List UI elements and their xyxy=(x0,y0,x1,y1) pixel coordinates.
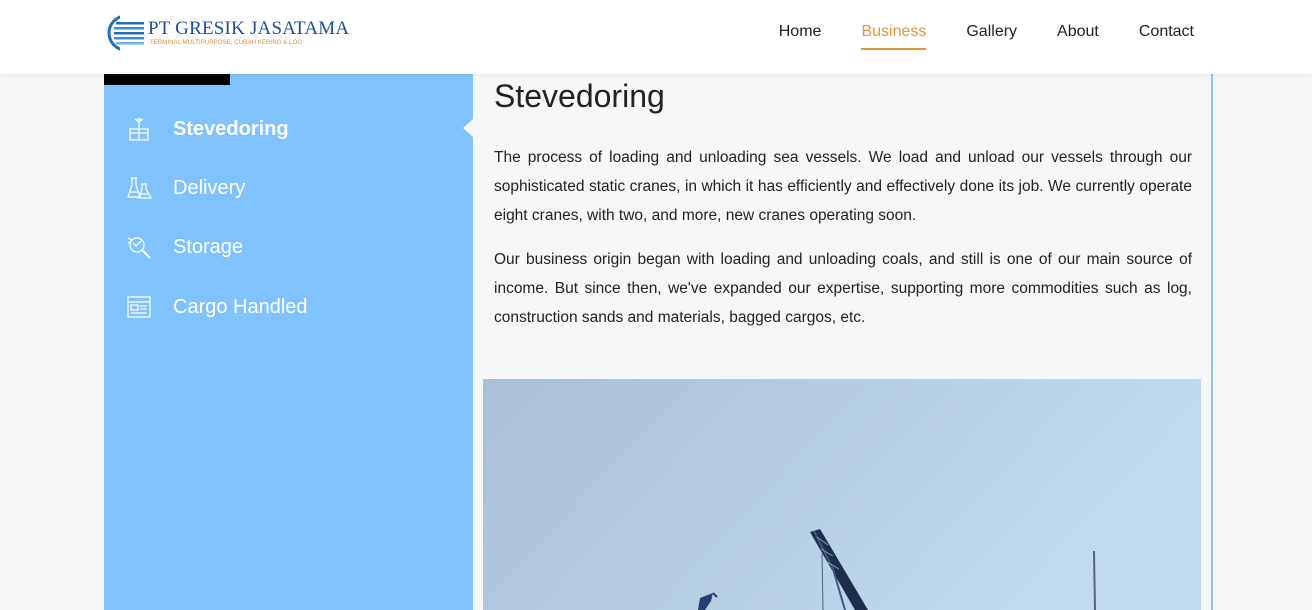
cargo-doc-icon xyxy=(127,296,151,318)
nav-about[interactable]: About xyxy=(1057,22,1099,50)
sidebar-item-label: Stevedoring xyxy=(173,117,289,140)
crane-box-icon xyxy=(129,117,149,141)
nav-home[interactable]: Home xyxy=(779,22,822,50)
sidebar-item-label: Cargo Handled xyxy=(173,295,308,318)
nav-contact[interactable]: Contact xyxy=(1139,22,1194,50)
nav-gallery[interactable]: Gallery xyxy=(966,22,1017,50)
page-title: Stevedoring xyxy=(494,78,665,114)
site-header: PT GRESIK JASATAMA TERMINAL MULTIPURPOSE… xyxy=(0,0,1312,74)
stevedoring-photo xyxy=(483,379,1201,610)
logo-title: PT GRESIK JASATAMA xyxy=(148,18,350,39)
nav-business[interactable]: Business xyxy=(861,22,927,50)
sidebar-item-label: Delivery xyxy=(173,176,246,199)
crane-scene-image xyxy=(483,379,1201,610)
sidebar-item-stevedoring[interactable]: Stevedoring xyxy=(126,113,289,145)
description-paragraph: The process of loading and unloading sea… xyxy=(494,149,1192,224)
description-paragraph: Our business origin began with loading a… xyxy=(494,251,1192,326)
sidebar-item-delivery[interactable]: Delivery xyxy=(126,172,245,204)
main-nav: Home Business Gallery About Contact xyxy=(739,22,1194,50)
magnifier-icon xyxy=(127,237,151,259)
sidebar-item-label: Storage xyxy=(173,235,244,258)
sidebar-top-bar xyxy=(104,74,230,85)
sidebar-item-cargo-handled[interactable]: Cargo Handled xyxy=(126,291,308,323)
logo-emblem-icon xyxy=(107,13,146,53)
company-logo[interactable]: PT GRESIK JASATAMA TERMINAL MULTIPURPOSE… xyxy=(106,13,349,53)
active-indicator xyxy=(463,119,473,137)
sidebar-item-storage[interactable]: Storage xyxy=(126,231,243,263)
logo-subtitle: TERMINAL MULTIPURPOSE, CURAH KERING & LO… xyxy=(150,40,303,46)
business-sidebar: Stevedoring Delivery Storage Cargo Handl… xyxy=(104,74,473,610)
flask-icon xyxy=(127,177,152,199)
main-content: Stevedoring The process of loading and u… xyxy=(473,74,1213,610)
